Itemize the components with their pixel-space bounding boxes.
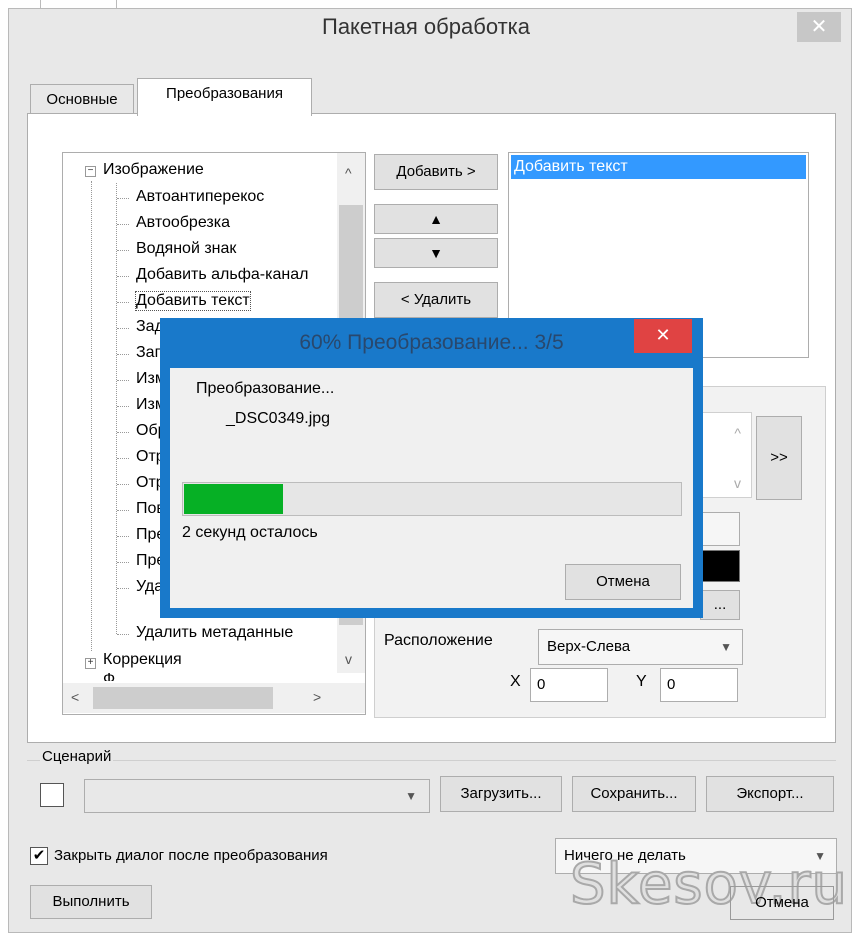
tree-branch: [117, 328, 129, 329]
progress-title: 60% Преобразование... 3/5: [299, 331, 564, 354]
tree-branch: [117, 224, 129, 225]
scenario-label: Сценарий: [40, 748, 114, 765]
tree-branch: [117, 354, 129, 355]
font-button[interactable]: [700, 512, 740, 546]
tree-item[interactable]: Автообрезка: [136, 214, 230, 232]
scroll-left-icon[interactable]: <: [71, 689, 79, 705]
tree-branch: [117, 458, 129, 459]
arrow-up-icon: ▲: [429, 211, 443, 227]
load-button[interactable]: Загрузить...: [440, 776, 562, 812]
tree-root-image[interactable]: Изображение: [103, 161, 204, 179]
move-down-button[interactable]: ▼: [374, 238, 498, 268]
browse-button[interactable]: ...: [700, 590, 740, 620]
tree-item[interactable]: Добавить альфа-канал: [136, 266, 308, 284]
close-button[interactable]: ✕: [797, 12, 841, 42]
tree-item[interactable]: Автоантиперекос: [136, 188, 264, 206]
tree-branch: [117, 380, 129, 381]
tree-branch: [117, 510, 129, 511]
list-item-selected[interactable]: Добавить текст: [511, 155, 806, 179]
y-label: Y: [636, 673, 647, 690]
scenario-checkbox[interactable]: [40, 783, 64, 807]
tree-branch: [117, 406, 129, 407]
close-after-label: Закрыть диалог после преобразования: [54, 847, 328, 864]
tree-branch: [117, 198, 129, 199]
tree-root-correction[interactable]: Коррекция: [103, 651, 182, 669]
remove-button[interactable]: < Удалить: [374, 282, 498, 318]
progress-bar-fill: [184, 484, 283, 514]
close-after-checkbox[interactable]: ✔: [30, 847, 48, 865]
scenario-select[interactable]: ▼: [84, 779, 430, 813]
tab-transforms[interactable]: Преобразования: [137, 78, 312, 116]
tree-line: [91, 181, 92, 651]
run-button[interactable]: Выполнить: [30, 885, 152, 919]
progress-file: _DSC0349.jpg: [226, 410, 331, 427]
chevron-down-icon: ▼: [405, 789, 417, 803]
position-select[interactable]: Верх-Слева ▼: [538, 629, 743, 665]
progress-time-left: 2 секунд осталось: [182, 524, 318, 541]
export-button[interactable]: Экспорт...: [706, 776, 834, 812]
tree-item-selected[interactable]: Добавить текст: [135, 291, 251, 311]
close-icon: ✕: [655, 325, 671, 345]
progress-close-button[interactable]: ✕: [634, 319, 692, 353]
tree-branch: [117, 250, 129, 251]
tree-branch: [117, 276, 129, 277]
position-label: Расположение: [384, 632, 493, 649]
chevron-down-icon: ▼: [720, 640, 732, 654]
tree-item[interactable]: Водяной знак: [136, 240, 236, 258]
tree-branch: [117, 484, 129, 485]
tree-branch: [117, 432, 129, 433]
y-input[interactable]: 0: [660, 668, 738, 702]
text-color-swatch[interactable]: [700, 550, 740, 582]
position-value: Верх-Слева: [547, 638, 631, 655]
scroll-down-icon[interactable]: v: [734, 475, 741, 491]
close-icon: ✕: [810, 16, 828, 38]
tree-horizontal-scrollbar[interactable]: < >: [63, 683, 365, 713]
window-title: Пакетная обработка: [322, 14, 530, 39]
tab-basic[interactable]: Основные: [30, 84, 134, 114]
expand-text-button[interactable]: >>: [756, 416, 802, 500]
x-input[interactable]: 0: [530, 668, 608, 702]
tree-item[interactable]: Удалить метаданные: [136, 624, 293, 642]
arrow-down-icon: ▼: [429, 245, 443, 261]
progress-cancel-button[interactable]: Отмена: [565, 564, 681, 600]
expand-icon[interactable]: +: [85, 658, 96, 669]
scroll-right-icon[interactable]: >: [313, 689, 321, 705]
tree-branch: [117, 588, 129, 589]
check-icon: ✔: [32, 847, 46, 864]
tree-branch: [117, 536, 129, 537]
progress-bar: [182, 482, 682, 516]
scroll-up-icon[interactable]: ^: [734, 425, 741, 441]
collapse-icon[interactable]: −: [85, 166, 96, 177]
tree-branch: [117, 302, 129, 303]
scroll-up-icon[interactable]: ^: [345, 165, 352, 181]
save-button[interactable]: Сохранить...: [572, 776, 696, 812]
scroll-down-icon[interactable]: v: [345, 651, 352, 667]
add-button[interactable]: Добавить >: [374, 154, 498, 190]
tree-branch: [117, 562, 129, 563]
scroll-thumb[interactable]: [93, 687, 273, 709]
tree-branch: [117, 634, 129, 635]
x-label: X: [510, 673, 521, 690]
move-up-button[interactable]: ▲: [374, 204, 498, 234]
cancel-button[interactable]: Отмена: [730, 886, 834, 920]
progress-status: Преобразование...: [196, 380, 335, 397]
tree-root-partial[interactable]: Ф: [103, 671, 115, 681]
